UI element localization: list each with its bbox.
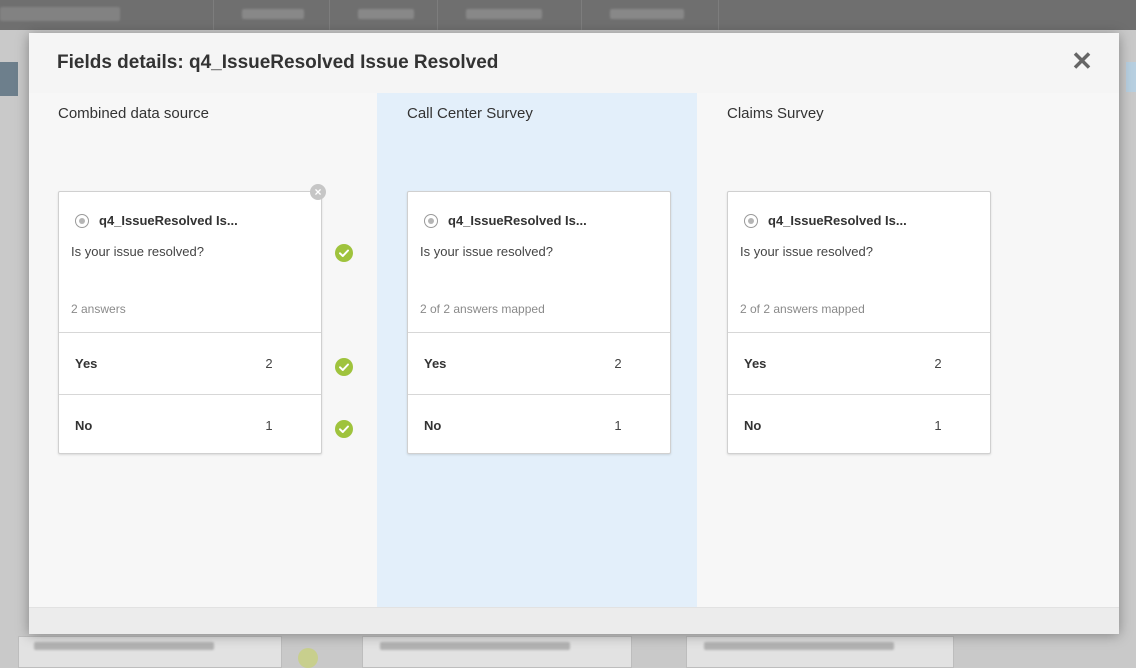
field-question: Is your issue resolved?	[740, 244, 873, 259]
column-heading: Claims Survey	[727, 105, 824, 122]
answer-row[interactable]: Yes 2	[728, 333, 990, 395]
background-nav-tab	[581, 0, 719, 30]
modal-footer	[29, 607, 1119, 634]
background-nav-tab	[213, 0, 330, 30]
answer-row[interactable]: No 1	[59, 395, 321, 456]
answer-value: 1	[614, 418, 622, 433]
background-right-badge	[1126, 62, 1136, 92]
answer-row[interactable]: No 1	[408, 395, 670, 456]
background-nav-tab	[437, 0, 582, 30]
column-heading: Combined data source	[58, 105, 209, 122]
answer-value: 2	[614, 356, 622, 371]
background-brand	[0, 7, 120, 21]
field-card[interactable]: q4_IssueResolved Is... Is your issue res…	[58, 191, 322, 454]
background-card	[686, 636, 954, 668]
answer-row[interactable]: No 1	[728, 395, 990, 456]
column-heading: Call Center Survey	[407, 105, 533, 122]
answer-value: 1	[265, 418, 273, 433]
check-circle-icon	[335, 244, 353, 262]
radio-icon[interactable]	[75, 214, 89, 228]
answer-count: 2 of 2 answers mapped	[740, 302, 865, 316]
column-call-center-survey: Call Center Survey q4_IssueResolved Is..…	[377, 93, 697, 607]
background-card	[362, 636, 632, 668]
modal-header: Fields details: q4_IssueResolved Issue R…	[29, 33, 1119, 93]
background-card	[18, 636, 282, 668]
answer-row[interactable]: Yes 2	[59, 333, 321, 395]
modal-title: Fields details: q4_IssueResolved Issue R…	[57, 52, 499, 73]
field-card[interactable]: q4_IssueResolved Is... Is your issue res…	[727, 191, 991, 454]
answer-label: Yes	[75, 356, 98, 371]
background-text	[34, 642, 214, 650]
background-nav-tab	[329, 0, 438, 30]
answer-label: No	[424, 418, 442, 433]
background-side-badge	[0, 62, 18, 96]
field-question: Is your issue resolved?	[420, 244, 553, 259]
background-text	[704, 642, 894, 650]
field-details-modal: Fields details: q4_IssueResolved Issue R…	[29, 33, 1119, 634]
field-card-header: q4_IssueResolved Is... Is your issue res…	[59, 192, 321, 333]
field-name: q4_IssueResolved Is...	[768, 213, 907, 228]
check-circle-icon	[335, 420, 353, 438]
remove-field-icon[interactable]: ×	[310, 184, 326, 200]
field-name: q4_IssueResolved Is...	[448, 213, 587, 228]
answer-row[interactable]: Yes 2	[408, 333, 670, 395]
answer-value: 1	[934, 418, 942, 433]
field-question: Is your issue resolved?	[71, 244, 204, 259]
answer-count: 2 of 2 answers mapped	[420, 302, 545, 316]
answer-label: No	[75, 418, 93, 433]
radio-icon[interactable]	[424, 214, 438, 228]
field-card-header: q4_IssueResolved Is... Is your issue res…	[408, 192, 670, 333]
field-card-header: q4_IssueResolved Is... Is your issue res…	[728, 192, 990, 333]
field-card[interactable]: q4_IssueResolved Is... Is your issue res…	[407, 191, 671, 454]
answer-value: 2	[934, 356, 942, 371]
close-icon[interactable]: ✕	[1069, 48, 1095, 74]
answer-label: No	[744, 418, 762, 433]
radio-icon[interactable]	[744, 214, 758, 228]
column-combined-data-source: Combined data source q4_IssueResolved Is…	[29, 93, 377, 607]
field-name: q4_IssueResolved Is...	[99, 213, 238, 228]
background-check-icon	[298, 648, 318, 668]
column-claims-survey: Claims Survey q4_IssueResolved Is... Is …	[697, 93, 1119, 607]
background-navbar	[0, 0, 1136, 30]
answer-count: 2 answers	[71, 302, 126, 316]
answer-label: Yes	[744, 356, 767, 371]
check-circle-icon	[335, 358, 353, 376]
background-text	[380, 642, 570, 650]
answer-value: 2	[265, 356, 273, 371]
answer-label: Yes	[424, 356, 447, 371]
modal-body: Combined data source q4_IssueResolved Is…	[29, 93, 1119, 607]
